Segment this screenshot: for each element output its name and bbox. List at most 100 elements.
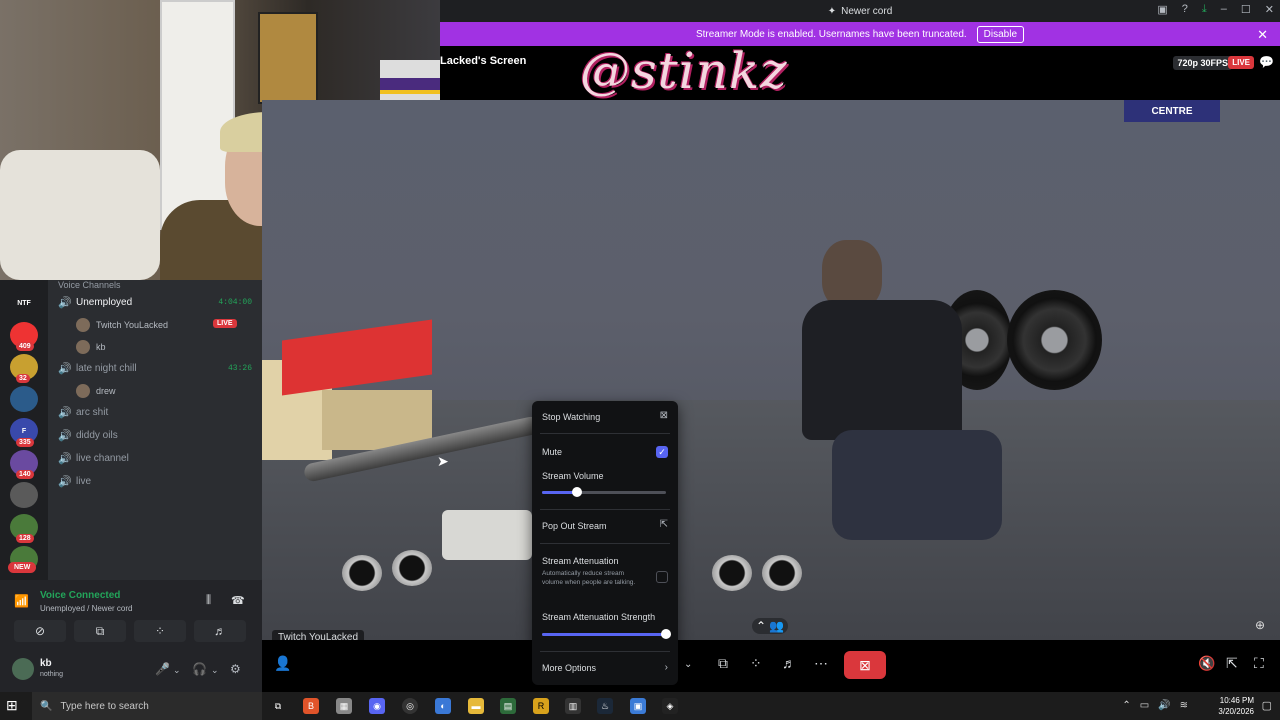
chat-icon[interactable]: 💬: [1259, 55, 1274, 69]
app-icon[interactable]: ▤: [500, 698, 516, 714]
app-icon[interactable]: ▥: [565, 698, 581, 714]
voice-channel[interactable]: 🔊 diddy oils: [58, 429, 118, 442]
attenuation-item[interactable]: Stream Attenuation: [542, 556, 619, 566]
popout-icon[interactable]: ⇱: [660, 519, 668, 530]
channel-member[interactable]: Twitch YouLacked: [76, 318, 168, 332]
chevron-up-icon[interactable]: ⌃: [1122, 700, 1130, 711]
task-view-icon[interactable]: ⧉: [270, 698, 286, 714]
folder-icon[interactable]: ▬: [468, 698, 484, 714]
disconnect-icon[interactable]: ☎: [231, 594, 245, 607]
taskbar-search[interactable]: 🔍 Type here to search: [32, 692, 262, 720]
app-icon[interactable]: R: [533, 698, 549, 714]
soundboard-icon[interactable]: ♬: [782, 655, 796, 671]
windows-start-icon[interactable]: ⊞: [6, 697, 18, 714]
fullscreen-icon[interactable]: ⛶: [1254, 655, 1264, 672]
server-rail: NTF 409 32 F 335 140 128 NEW: [0, 280, 48, 580]
avatar[interactable]: [12, 658, 34, 680]
volume-mute-icon[interactable]: 🔇: [1198, 655, 1215, 672]
cast-icon[interactable]: ▣: [1157, 3, 1167, 16]
stream-volume-slider[interactable]: [542, 487, 666, 497]
stop-watching-item[interactable]: Stop Watching: [542, 412, 600, 422]
camera-button[interactable]: ⊘: [14, 620, 66, 642]
more-icon[interactable]: ⋯: [814, 655, 828, 672]
app-icon[interactable]: ◈: [662, 698, 678, 714]
video-red-case: [282, 319, 432, 396]
download-icon[interactable]: ⤓: [1202, 3, 1207, 16]
brave-icon[interactable]: B: [303, 698, 319, 714]
maximize-icon[interactable]: ☐: [1241, 3, 1251, 16]
slider-knob[interactable]: [661, 629, 671, 639]
voice-sub[interactable]: Unemployed / Newer cord: [40, 604, 132, 613]
pop-out-item[interactable]: Pop Out Stream: [542, 521, 607, 531]
menu-divider: [540, 543, 670, 544]
voice-channel[interactable]: 🔊 late night chill: [58, 362, 137, 375]
chevron-down-icon[interactable]: ⌄: [211, 665, 219, 676]
steam-icon[interactable]: ♨: [597, 698, 613, 714]
new-badge[interactable]: NEW: [8, 562, 37, 573]
mute-checkbox[interactable]: ✓: [656, 446, 668, 458]
member-name: drew: [96, 386, 116, 396]
channel-member[interactable]: kb: [76, 340, 106, 354]
help-icon[interactable]: ?: [1182, 3, 1188, 16]
obs-icon[interactable]: ◎: [402, 698, 418, 714]
zoom-icon[interactable]: ⊕: [1255, 618, 1265, 632]
activity-button[interactable]: ⁘: [134, 620, 186, 642]
discord-icon[interactable]: ◉: [369, 698, 385, 714]
disable-button[interactable]: Disable: [976, 25, 1025, 43]
popout-icon[interactable]: ⇱: [1226, 655, 1238, 672]
network-icon[interactable]: ▭: [1140, 700, 1149, 711]
noise-icon[interactable]: ⫼: [206, 594, 211, 607]
close-icon[interactable]: ✕: [1265, 3, 1274, 16]
server-mention-badge: 32: [16, 374, 30, 383]
server-mention-badge: 140: [16, 470, 34, 479]
taskbar-clock[interactable]: 10:46 PM 3/20/2026: [1218, 695, 1254, 717]
activities-icon[interactable]: ⁘: [750, 655, 762, 672]
headphones-icon[interactable]: 🎧: [192, 662, 207, 676]
minimize-icon[interactable]: –: [1221, 3, 1227, 16]
screen-share-icon[interactable]: ⧉: [718, 655, 728, 672]
microphone-icon[interactable]: 🎤: [155, 662, 170, 676]
end-call-button[interactable]: ⊠: [844, 651, 886, 679]
menu-divider: [540, 651, 670, 652]
notification-icon[interactable]: ▢: [1262, 699, 1272, 712]
stop-watching-icon[interactable]: ⊠: [660, 410, 668, 421]
server-icon[interactable]: [10, 386, 38, 412]
voice-channel[interactable]: 🔊 arc shit: [58, 406, 108, 419]
volume-icon[interactable]: 🔊: [1158, 700, 1170, 711]
wifi-icon[interactable]: ≋: [1180, 700, 1188, 711]
clock-date: 3/20/2026: [1218, 707, 1254, 716]
server-icon[interactable]: NTF: [10, 290, 38, 316]
signal-icon[interactable]: 📶: [14, 594, 29, 608]
gear-icon[interactable]: ⚙: [230, 662, 241, 676]
server-icon[interactable]: [10, 482, 38, 508]
chevron-down-icon[interactable]: ⌄: [684, 659, 692, 670]
chevron-down-icon[interactable]: ⌄: [173, 665, 181, 676]
channel-member[interactable]: drew: [76, 384, 116, 398]
slider-knob[interactable]: [571, 487, 582, 497]
speaker-icon: 🔊: [58, 430, 72, 442]
app-icon[interactable]: ▣: [630, 698, 646, 714]
attenuation-strength-slider[interactable]: [542, 629, 671, 639]
stream-volume-label: Stream Volume: [542, 471, 604, 481]
speaker-icon: 🔊: [58, 363, 72, 375]
video-exhaust-tip: [342, 555, 382, 591]
voice-channel[interactable]: 🔊 live: [58, 475, 91, 488]
menu-divider: [540, 509, 670, 510]
soundboard-button[interactable]: ♬: [194, 620, 246, 642]
app-icon[interactable]: ◐: [435, 698, 451, 714]
user-status: nothing: [40, 671, 63, 678]
banner-close-icon[interactable]: ✕: [1257, 27, 1268, 43]
mute-item[interactable]: Mute: [542, 447, 562, 457]
voice-channel[interactable]: 🔊 Unemployed: [58, 296, 132, 309]
app-icon[interactable]: ▦: [336, 698, 352, 714]
people-icon[interactable]: 👤: [274, 655, 291, 672]
screen-share-button[interactable]: ⧉: [74, 620, 126, 642]
attenuation-checkbox[interactable]: [656, 571, 668, 583]
stream-video[interactable]: CENTRE ⌃ 👥 Twitch YouLacked ⊕: [262, 100, 1280, 640]
end-call-icon: ⊠: [859, 656, 871, 673]
voice-channels-header[interactable]: Voice Channels: [58, 280, 121, 290]
voice-channel[interactable]: 🔊 live channel: [58, 452, 129, 465]
more-options-item[interactable]: More Options: [542, 663, 596, 673]
expand-toggle[interactable]: ⌃ 👥: [752, 618, 789, 634]
streamer-mode-banner: Streamer Mode is enabled. Usernames have…: [440, 22, 1280, 46]
